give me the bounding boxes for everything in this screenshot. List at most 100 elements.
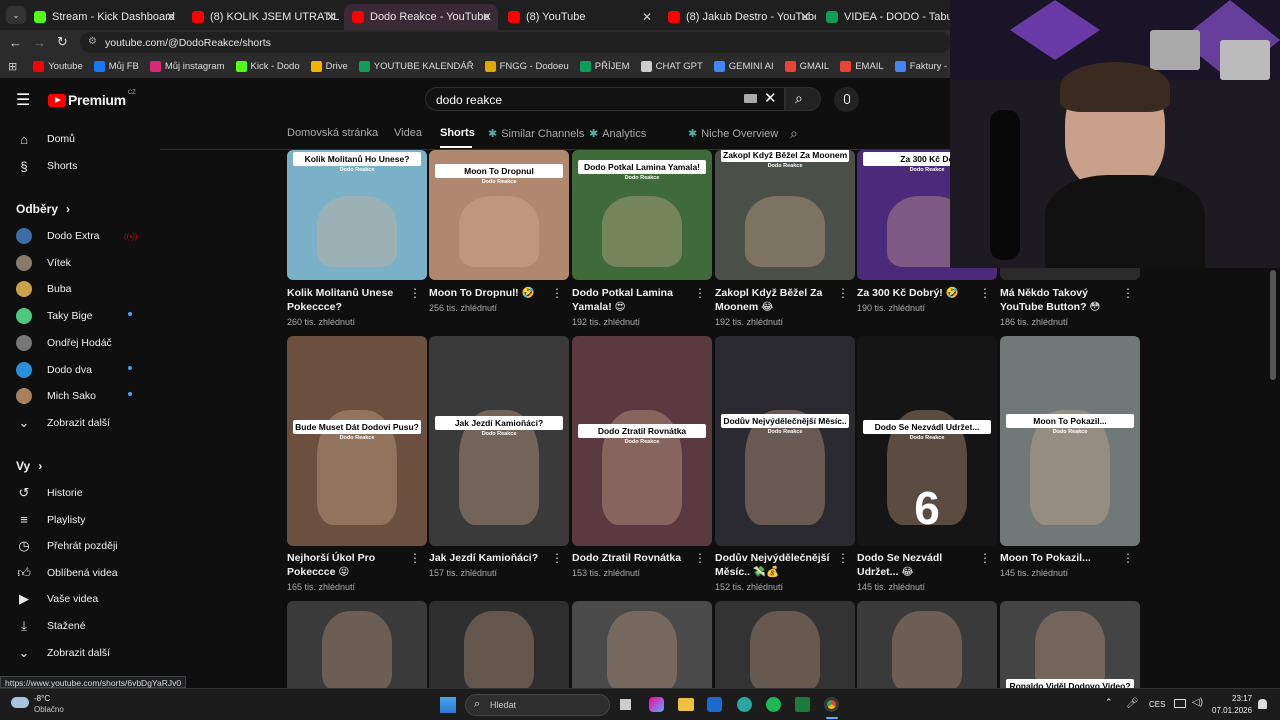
browser-tab[interactable]: Stream - Kick Dashboard ✕	[26, 4, 182, 30]
more-options-icon[interactable]: ⋮	[979, 551, 991, 565]
sidebar-subscription[interactable]: Dodo Extra ((•))	[16, 228, 137, 244]
apps-grid-icon[interactable]: ⊞	[8, 60, 17, 73]
short-title[interactable]: Kolik Molitanů Unese Pokeccce?	[287, 286, 409, 314]
tab-list-button[interactable]: ⌄	[6, 6, 26, 24]
outlook-icon[interactable]	[707, 697, 722, 712]
browser-tab[interactable]: VIDEA - DODO - Tabulky Goog	[818, 4, 950, 30]
tab-close-icon[interactable]: ✕	[326, 10, 336, 24]
sidebar-subscription[interactable]: Dodo dva	[16, 361, 136, 378]
bookmark-item[interactable]: Můj FB	[93, 61, 139, 72]
channel-tab[interactable]: ✱ Analytics	[589, 127, 646, 140]
browser-tab[interactable]: (8) YouTube ✕	[500, 4, 658, 30]
bookmark-item[interactable]: Kick - Dodo	[235, 61, 300, 72]
sidebar-item-you[interactable]: ≡ Playlisty	[16, 512, 85, 528]
sidebar-subscription[interactable]: Buba	[16, 281, 136, 298]
reload-icon[interactable]: ↻	[57, 34, 68, 50]
short-title[interactable]: Má Někdo Takový YouTube Button? 😳	[1000, 286, 1122, 314]
short-thumbnail[interactable]	[287, 601, 427, 688]
sidebar-subscription[interactable]: Taky Bige	[16, 308, 136, 325]
channel-search-icon[interactable]: ⌕	[790, 125, 798, 142]
sidebar-item-you[interactable]: ↺ Historie	[16, 485, 83, 501]
bookmark-item[interactable]: YOUTUBE KALENDÁŘ	[358, 61, 474, 72]
bookmark-item[interactable]: EMAIL	[840, 61, 884, 72]
back-icon[interactable]: ←	[9, 35, 22, 50]
short-thumbnail[interactable]	[715, 601, 855, 688]
short-thumbnail[interactable]: Ronaldo Viděl Dodovo Video?	[1000, 601, 1140, 688]
taskbar-search[interactable]: ⌕ Hledat	[465, 694, 610, 716]
sidebar-item-you[interactable]: ⤓ Stažené	[16, 618, 85, 634]
short-title[interactable]: Nejhorší Úkol Pro Pokeccce 😝	[287, 551, 409, 579]
file-explorer-icon[interactable]	[678, 698, 694, 711]
keyboard-icon[interactable]	[744, 94, 757, 103]
weather-temp[interactable]: -8°C	[34, 694, 50, 703]
browser-tab[interactable]: (8) Jakub Destro - YouTube ✕	[660, 4, 816, 30]
bookmark-item[interactable]: CHAT GPT	[640, 61, 703, 72]
bookmark-item[interactable]: GMAIL	[784, 61, 829, 72]
more-options-icon[interactable]: ⋮	[694, 286, 706, 300]
search-input[interactable]: dodo reakce	[425, 87, 785, 111]
sidebar-item-you[interactable]: ⌄ Zobrazit další	[16, 645, 110, 661]
channel-tab[interactable]: Videa	[394, 127, 422, 139]
short-thumbnail[interactable]: Moon To Pokazil... Dodo Reakce	[1000, 336, 1140, 546]
clear-search-icon[interactable]: ✕	[764, 89, 777, 107]
edge-icon[interactable]	[737, 697, 752, 712]
short-thumbnail[interactable]: Dodův Nejvýdělečnější Měsíc.. Dodo Reakce	[715, 336, 855, 546]
bookmark-item[interactable]: PŘÍJEM	[579, 61, 630, 72]
channel-tab[interactable]: ✱ Niche Overview	[688, 127, 778, 140]
sidebar-item-you[interactable]: 👍︎ Oblíbená videa	[16, 565, 117, 581]
more-options-icon[interactable]: ⋮	[1122, 286, 1134, 300]
youtube-premium-logo[interactable]: Premium CZ	[48, 90, 136, 108]
tab-close-icon[interactable]: ✕	[482, 10, 492, 24]
short-thumbnail[interactable]	[857, 601, 997, 688]
clock-date[interactable]: 07.01.2026	[1212, 706, 1252, 715]
more-options-icon[interactable]: ⋮	[551, 286, 563, 300]
short-thumbnail[interactable]: Dodo Ztratil Rovnátka Dodo Reakce	[572, 336, 712, 546]
short-thumbnail[interactable]: Dodo Potkal Lamina Yamala! Dodo Reakce	[572, 150, 712, 280]
search-button[interactable]	[785, 87, 821, 111]
sidebar-subscription[interactable]: Vítek	[16, 254, 136, 271]
short-title[interactable]: Moon To Pokazil...	[1000, 551, 1122, 565]
more-options-icon[interactable]: ⋮	[1122, 551, 1134, 565]
more-options-icon[interactable]: ⋮	[409, 286, 421, 300]
page-scrollbar[interactable]	[1270, 270, 1276, 380]
short-title[interactable]: Dodo Potkal Lamina Yamala! 😍	[572, 286, 694, 314]
more-options-icon[interactable]: ⋮	[551, 551, 563, 565]
short-thumbnail[interactable]: Zakopl Když Běžel Za Moonem Dodo Reakce	[715, 150, 855, 280]
browser-tab[interactable]: Dodo Reakce - YouTube ✕	[344, 4, 498, 30]
short-thumbnail[interactable]: Dodo Se Nezvádl Udržet... Dodo Reakce 6	[857, 336, 997, 546]
short-thumbnail[interactable]: Moon To Dropnul Dodo Reakce	[429, 150, 569, 280]
sidebar-item-you[interactable]: ◷ Přehrát později	[16, 538, 117, 554]
short-title[interactable]: Dodův Nejvýdělečnější Měsíc.. 💸💰	[715, 551, 837, 579]
bookmark-item[interactable]: Můj instagram	[149, 61, 225, 72]
short-title[interactable]: Dodo Se Nezvádl Udržet... 😂	[857, 551, 979, 579]
spotify-icon[interactable]	[766, 697, 781, 712]
sidebar-item-shorts[interactable]: § Shorts	[16, 158, 77, 174]
more-options-icon[interactable]: ⋮	[409, 551, 421, 565]
sidebar-show-more[interactable]: ⌄ Zobrazit další	[16, 415, 110, 431]
language-indicator[interactable]: CES	[1149, 700, 1165, 709]
you-heading[interactable]: Vy ›	[16, 459, 42, 473]
short-title[interactable]: Dodo Ztratil Rovnátka	[572, 551, 694, 565]
tab-close-icon[interactable]: ✕	[642, 10, 652, 24]
tray-overflow-icon[interactable]: ⌃	[1105, 697, 1113, 708]
short-title[interactable]: Moon To Dropnul! 🤣	[429, 286, 551, 300]
more-options-icon[interactable]: ⋮	[694, 551, 706, 565]
short-thumbnail[interactable]: Kolik Molitanů Ho Unese? Dodo Reakce	[287, 150, 427, 280]
short-thumbnail[interactable]: Bude Muset Dát Dodovi Pusu? Dodo Reakce	[287, 336, 427, 546]
sidebar-subscription[interactable]: Ondřej Hodáč	[16, 334, 136, 351]
network-icon[interactable]	[1174, 699, 1186, 708]
url-field[interactable]: ⚙ youtube.com/@DodoReakce/shorts	[80, 32, 950, 53]
tab-close-icon[interactable]: ✕	[800, 10, 810, 24]
short-title[interactable]: Za 300 Kč Dobrý! 🤣	[857, 286, 979, 300]
voice-search-button[interactable]	[834, 87, 859, 112]
channel-tab[interactable]: Shorts	[440, 127, 475, 139]
weather-icon[interactable]	[11, 697, 29, 708]
forward-icon[interactable]: →	[33, 35, 46, 50]
short-thumbnail[interactable]	[429, 601, 569, 688]
terminal-icon[interactable]	[795, 697, 810, 712]
short-title[interactable]: Jak Jezdí Kamioňáci?	[429, 551, 551, 565]
sidebar-subscription[interactable]: Mich Sako	[16, 388, 136, 405]
bookmark-item[interactable]: FNGG - Dodoeu	[484, 61, 569, 72]
more-options-icon[interactable]: ⋮	[979, 286, 991, 300]
volume-icon[interactable]: ◁)	[1192, 697, 1203, 708]
